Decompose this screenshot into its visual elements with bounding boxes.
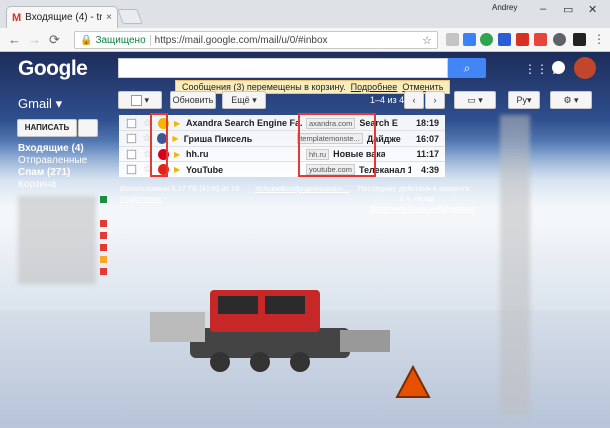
label-color-icon [100, 244, 107, 251]
bookmark-star-icon[interactable]: ☆ [422, 34, 432, 47]
more-button[interactable]: Ещё ▾ [222, 91, 266, 109]
density-button[interactable]: ▭ ▾ [454, 91, 496, 109]
terms-link[interactable]: Условия [255, 184, 284, 193]
privacy-link[interactable]: Конфиденциальн... [282, 184, 349, 193]
folder-spam[interactable]: Спам (271) [18, 167, 70, 178]
refresh-button[interactable]: Обновить [170, 91, 216, 109]
email-sender: hh.ru [186, 149, 209, 159]
label-color-icon [100, 232, 107, 239]
browser-tab[interactable]: M Входящие (4) - trueunde × [6, 6, 118, 28]
select-all-button[interactable]: ▾ [118, 91, 162, 109]
close-tab-icon[interactable]: × [106, 12, 112, 23]
lock-icon: 🔒 [80, 34, 93, 46]
email-sender: Гриша Пиксель [183, 133, 253, 144]
email-time: 11:17 [416, 149, 439, 159]
folder-inbox[interactable]: Входящие (4) [18, 143, 84, 154]
back-icon[interactable]: ← [8, 32, 21, 47]
blurred-labels [18, 196, 96, 284]
extension-icon[interactable] [463, 33, 476, 46]
email-time: 16:07 [415, 133, 439, 144]
forward-icon[interactable]: → [28, 32, 41, 47]
compose-button[interactable]: НАПИСАТЬ [17, 119, 77, 137]
important-marker-icon[interactable]: ▶ [174, 165, 184, 174]
close-window-icon[interactable]: ✕ [588, 3, 597, 16]
menu-dots-icon[interactable]: ⋮ [593, 32, 605, 46]
email-sender: Axandra Search Engine Fa. [186, 118, 303, 128]
search-input[interactable] [118, 58, 448, 78]
important-marker-icon[interactable]: ▶ [174, 119, 184, 128]
avatar[interactable] [574, 57, 596, 79]
extension-icon[interactable] [516, 33, 529, 46]
banner-more-link[interactable]: Подробнее [351, 82, 398, 92]
activity-text: Последние действия в аккаунте: [358, 184, 472, 193]
google-logo[interactable]: Google [18, 57, 88, 81]
minimize-icon[interactable]: – [540, 3, 546, 15]
label-color-icon [100, 256, 107, 263]
gmail-label[interactable]: Gmail ▾ [18, 96, 62, 112]
blurred-hangouts [500, 115, 530, 415]
maximize-icon[interactable]: ▭ [563, 3, 573, 16]
gmail-favicon-icon: M [12, 11, 22, 24]
settings-button[interactable]: ⚙ ▾ [550, 91, 592, 109]
notifications-icon[interactable] [552, 61, 565, 74]
important-marker-icon[interactable]: ▶ [174, 150, 184, 159]
row-checkbox[interactable] [126, 164, 137, 175]
storage-usage: Использовано 6,17 ГБ (41%) из 15 [120, 184, 240, 193]
email-time: 18:19 [415, 118, 439, 128]
manage-link[interactable]: Управление [120, 194, 162, 203]
email-time: 4:39 [420, 164, 439, 175]
reload-icon[interactable]: ⟳ [49, 32, 60, 48]
tab-title: Входящие (4) - trueunde [25, 12, 103, 23]
folder-trash[interactable]: Корзина [18, 179, 56, 190]
address-bar[interactable]: 🔒 Защищено https://mail.google.com/mail/… [74, 31, 438, 49]
details-link[interactable]: Дополнительная информация [370, 204, 475, 213]
folder-sent[interactable]: Отправленные [18, 155, 87, 166]
email-sender: YouTube [186, 164, 224, 175]
next-page-button[interactable]: › [425, 91, 445, 109]
url-text: https://mail.google.com/mail/u/0/#inbox [154, 34, 328, 46]
extension-icon[interactable] [534, 33, 547, 46]
snowcat-image [150, 290, 390, 372]
highlight-box [298, 113, 376, 177]
secure-label: Защищено [95, 34, 151, 46]
gear-icon: ⚙ [563, 94, 572, 105]
extension-icon[interactable] [446, 33, 459, 46]
language-button[interactable]: Ру ▾ [508, 91, 540, 109]
label-color-icon [100, 196, 107, 203]
extension-icon[interactable] [553, 33, 566, 46]
activity-ago: 1 ч. назад [400, 194, 435, 203]
search-icon[interactable]: ⌕ [448, 58, 486, 78]
warning-triangle-icon [395, 365, 431, 398]
label-color-icon [100, 220, 107, 227]
row-checkbox[interactable] [126, 118, 137, 128]
label-color-icon [100, 268, 107, 275]
highlight-box [150, 113, 168, 177]
extension-icon[interactable] [498, 33, 511, 46]
row-checkbox[interactable] [126, 133, 136, 144]
pager-count: 1–4 из 4 [370, 95, 405, 105]
extension-icon[interactable] [573, 33, 586, 46]
extension-icon[interactable] [480, 33, 493, 46]
compose-menu-button[interactable] [78, 119, 98, 137]
prev-page-button[interactable]: ‹ [404, 91, 424, 109]
important-marker-icon[interactable]: ▶ [172, 134, 181, 143]
row-checkbox[interactable] [126, 149, 137, 159]
profile-name[interactable]: Andrey [492, 3, 517, 12]
